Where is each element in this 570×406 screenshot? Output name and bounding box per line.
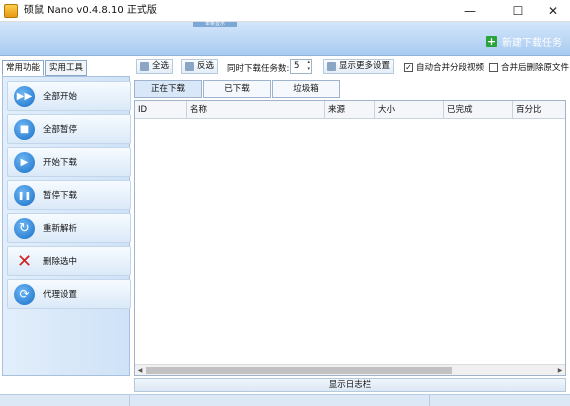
left-tab-strip: 常用功能 实用工具 [2,60,88,76]
pause-all-button[interactable]: ■ 全部暂停 [7,114,131,144]
column-header-size[interactable]: 大小 [375,101,444,119]
minimize-button[interactable]: — [450,0,490,22]
delete-after-merge-check-mark[interactable] [489,62,498,72]
maximize-button[interactable]: ☐ [498,0,538,22]
fast-forward-icon: ▶▶ [14,85,35,107]
column-header-percent[interactable]: 百分比 [513,101,565,119]
delete-selected-label: 删除选中 [43,257,78,267]
column-header-name[interactable]: 名称 [187,101,325,119]
start-all-button[interactable]: ▶▶ 全部开始 [7,81,131,111]
delete-selected-button[interactable]: ✕ 删除选中 [7,246,131,276]
delete-icon: ✕ [16,250,33,272]
auto-merge-label: 自动合并分段视频 [416,63,485,73]
proxy-settings-button[interactable]: ⟳ 代理设置 [7,279,131,309]
download-toolbar: 全选 反选 同时下载任务数: 5 显示更多设置 ✓ 自动合并分段视频 合并后删除… [133,58,570,76]
status-segment [130,395,430,406]
horizontal-scrollbar[interactable]: ◀ ▶ [135,364,565,375]
column-header-id[interactable]: ID [135,101,187,119]
auto-merge-checkbox[interactable]: ✓ 自动合并分段视频 [404,61,484,73]
title-bar: 硕鼠 Nano v0.4.8.10 正式版 — ☐ ✕ [0,0,570,22]
concurrent-tasks-spinner[interactable]: 5 [290,59,312,74]
more-settings-button[interactable]: 显示更多设置 [323,59,395,74]
refresh-icon: ↻ [14,217,35,239]
table-header: ID 名称 来源 大小 已完成 百分比 [135,101,565,119]
select-all-label: 全选 [152,61,170,71]
status-bar [0,394,570,406]
banner-center-label[interactable]: 单条显示 [192,22,237,27]
tab-downloading[interactable]: 正在下载 [134,80,202,98]
column-header-source[interactable]: 来源 [325,101,375,119]
play-icon: ▶ [14,151,35,173]
window-title: 硕鼠 Nano v0.4.8.10 正式版 [24,5,157,16]
invert-select-icon [185,62,194,71]
proxy-settings-label: 代理设置 [43,290,78,300]
reparse-button[interactable]: ↻ 重新解析 [7,213,131,243]
pause-download-label: 暂停下载 [43,191,78,201]
header-banner: 单条显示 + 新建下载任务 [0,22,570,56]
select-all-button[interactable]: 全选 [136,59,174,74]
new-task-button[interactable]: + 新建下载任务 [486,34,562,49]
start-download-button[interactable]: ▶ 开始下载 [7,147,131,177]
tab-utilities[interactable]: 实用工具 [45,60,88,76]
plus-icon: + [486,35,497,48]
show-log-bar-button[interactable]: 显示日志栏 [134,378,566,392]
auto-merge-check-mark[interactable]: ✓ [404,62,413,72]
status-segment [0,395,130,406]
pause-all-label: 全部暂停 [43,125,78,135]
invert-select-label: 反选 [197,61,215,71]
proxy-globe-icon: ⟳ [14,283,35,305]
column-header-completed[interactable]: 已完成 [444,101,513,119]
app-logo-icon [4,4,18,18]
tab-common-functions[interactable]: 常用功能 [2,60,45,76]
close-button[interactable]: ✕ [533,0,570,22]
start-download-label: 开始下载 [43,158,78,168]
download-tabs: 正在下载 已下载 垃圾箱 [134,80,341,98]
tab-downloaded[interactable]: 已下载 [203,80,271,98]
pause-download-button[interactable]: ❚❚ 暂停下载 [7,180,131,210]
delete-after-merge-checkbox[interactable]: 合并后删除原文件 [489,61,569,73]
download-table[interactable]: ID 名称 来源 大小 已完成 百分比 ◀ ▶ [134,100,566,376]
settings-icon [327,62,336,71]
more-settings-label: 显示更多设置 [339,61,391,71]
invert-select-button[interactable]: 反选 [181,59,219,74]
left-action-panel: ▶▶ 全部开始 ■ 全部暂停 ▶ 开始下载 ❚❚ 暂停下载 ↻ 重新解析 ✕ 删… [2,76,131,376]
reparse-label: 重新解析 [43,224,78,234]
start-all-label: 全部开始 [43,92,78,102]
scrollbar-thumb[interactable] [146,367,452,374]
new-task-label: 新建下载任务 [502,38,562,49]
tab-trash[interactable]: 垃圾箱 [272,80,340,98]
stop-icon: ■ [14,118,35,140]
scroll-left-arrow[interactable]: ◀ [135,366,145,375]
scroll-right-arrow[interactable]: ▶ [555,366,565,375]
select-all-icon [140,62,149,71]
concurrent-tasks-label: 同时下载任务数: [227,64,290,74]
pause-icon: ❚❚ [14,184,35,206]
delete-after-merge-label: 合并后删除原文件 [501,63,570,73]
